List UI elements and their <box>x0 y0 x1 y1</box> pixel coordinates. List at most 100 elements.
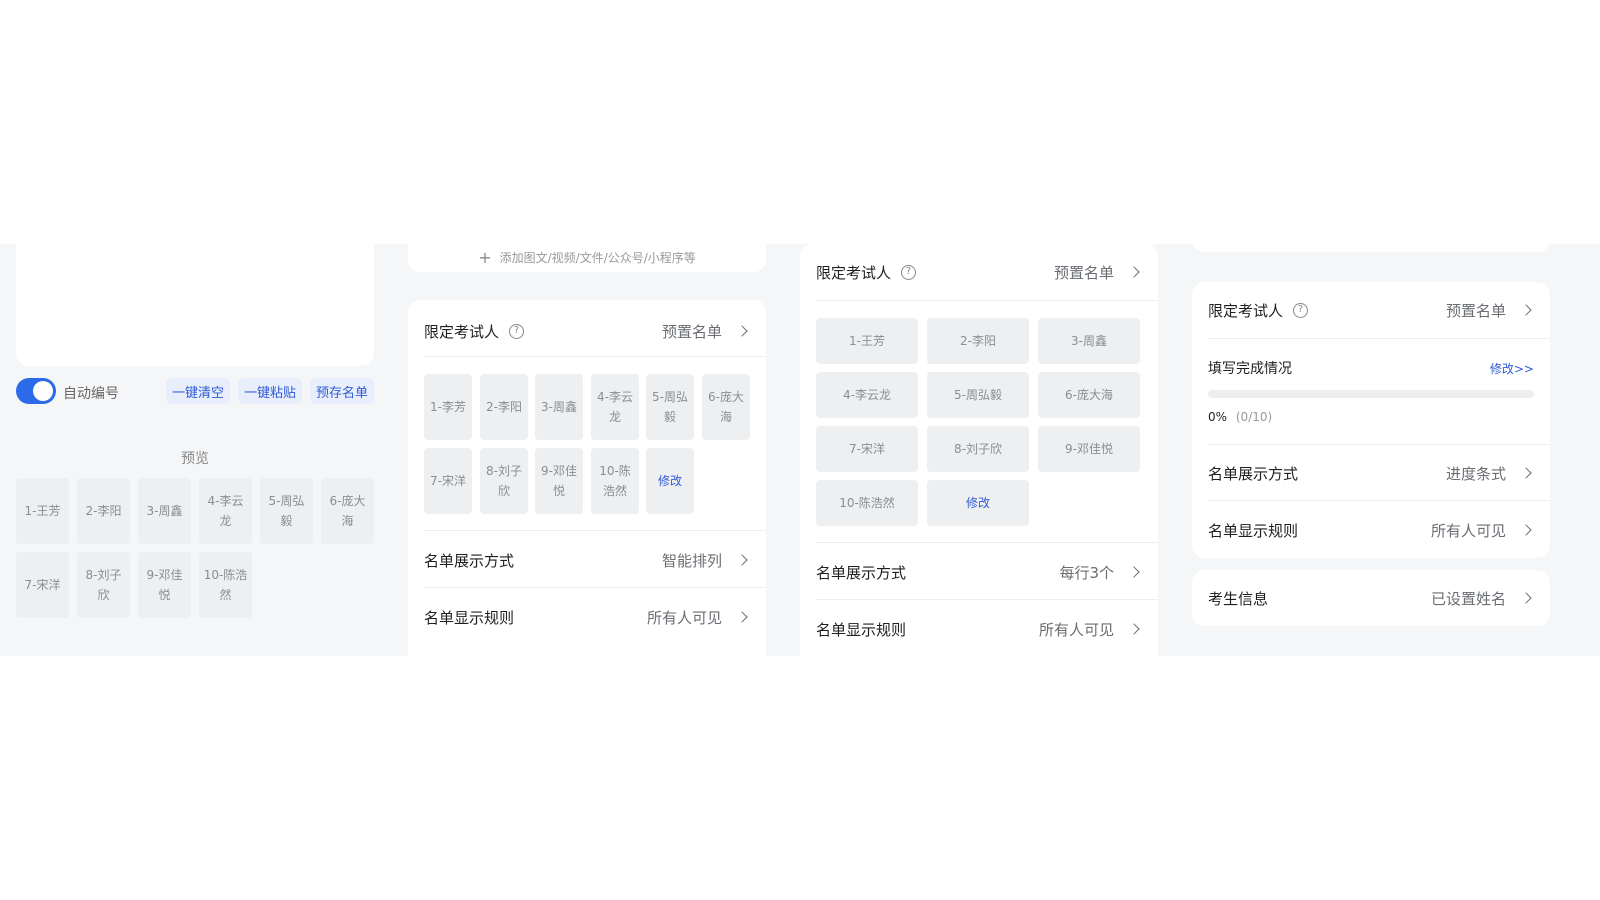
display-rule-row[interactable]: 名单显示规则 所有人可见 <box>816 614 1142 644</box>
name-chip: 3-周鑫 <box>1038 318 1140 364</box>
chevron-right-icon <box>736 325 748 337</box>
preset-list-button[interactable]: 预存名单 <box>310 378 374 404</box>
name-chip: 9-邓佳悦 <box>1038 426 1140 472</box>
progress-percent: 0% <box>1208 410 1228 424</box>
limit-examinee-value: 预置名单 <box>1445 301 1506 320</box>
display-mode-label: 名单展示方式 <box>424 551 515 570</box>
name-chip: 1-李芳 <box>424 374 472 440</box>
divider <box>1208 338 1550 339</box>
question-circle-icon[interactable]: ? <box>509 323 525 339</box>
name-chip: 6-庞大海 <box>702 374 750 440</box>
name-chip: 4-李云龙 <box>199 478 252 544</box>
name-chip: 10-陈浩然 <box>816 480 918 526</box>
exam-settings-card: 限定考试人? 预置名单 1-李芳 2-李阳 3-周鑫 4-李云龙 5-周弘毅 6… <box>408 300 766 656</box>
display-rule-row[interactable]: 名单显示规则 所有人可见 <box>424 602 750 632</box>
chevron-right-icon <box>1520 467 1532 479</box>
display-mode-row[interactable]: 名单展示方式 每行3个 <box>816 557 1142 587</box>
edit-names-button[interactable]: 修改 <box>646 448 694 514</box>
question-circle-icon[interactable]: ? <box>901 264 917 280</box>
chevron-right-icon <box>1520 304 1532 316</box>
divider <box>1208 444 1550 445</box>
display-rule-row[interactable]: 名单显示规则 所有人可见 <box>1208 515 1534 545</box>
chevron-right-icon <box>1520 524 1532 536</box>
divider <box>1208 500 1550 501</box>
name-chip: 8-刘子欣 <box>77 552 130 618</box>
question-circle-icon[interactable]: ? <box>1293 302 1309 318</box>
name-chip: 7-宋洋 <box>424 448 472 514</box>
name-chip: 2-李阳 <box>927 318 1029 364</box>
display-rule-value: 所有人可见 <box>646 608 722 627</box>
display-mode-row[interactable]: 名单展示方式 进度条式 <box>1208 458 1534 488</box>
name-chip: 10-陈浩然 <box>199 552 252 618</box>
display-mode-label: 名单展示方式 <box>816 563 907 582</box>
limit-examinee-row[interactable]: 限定考试人? 预置名单 <box>816 257 1142 287</box>
limit-examinee-label: 限定考试人 <box>424 322 500 341</box>
divider <box>816 300 1158 301</box>
name-chip: 9-邓佳悦 <box>138 552 191 618</box>
auto-number-label: 自动编号 <box>63 386 119 402</box>
preview-label: 预览 <box>181 451 209 467</box>
divider <box>424 356 766 357</box>
chevron-right-icon <box>736 554 748 566</box>
progress-count: (0/10) <box>1235 410 1273 424</box>
name-chip: 3-周鑫 <box>535 374 583 440</box>
name-chip: 7-宋洋 <box>816 426 918 472</box>
chevron-right-icon <box>1128 566 1140 578</box>
chevron-right-icon <box>1128 623 1140 635</box>
name-chip: 5-周弘毅 <box>260 478 313 544</box>
clear-all-button[interactable]: 一键清空 <box>166 378 230 404</box>
name-chip: 6-庞大海 <box>1038 372 1140 418</box>
name-chip: 7-宋洋 <box>16 552 69 618</box>
completion-edit-link[interactable]: 修改>> <box>1490 360 1534 377</box>
edit-names-button[interactable]: 修改 <box>927 480 1029 526</box>
screens-strip: 自动编号 一键清空 一键粘贴 预存名单 预览 1-王芳 2-李阳 3-周鑫 4-… <box>0 244 1600 656</box>
display-mode-label: 名单展示方式 <box>1208 464 1299 483</box>
display-rule-label: 名单显示规则 <box>1208 521 1299 540</box>
display-mode-row[interactable]: 名单展示方式 智能排列 <box>424 545 750 575</box>
auto-number-toggle[interactable] <box>16 378 56 404</box>
limit-examinee-value: 预置名单 <box>661 322 722 341</box>
display-mode-value: 进度条式 <box>1445 464 1506 483</box>
chevron-right-icon <box>736 611 748 623</box>
display-rule-value: 所有人可见 <box>1038 620 1114 639</box>
name-chip: 1-王芳 <box>16 478 69 544</box>
name-chip: 4-李云龙 <box>591 374 639 440</box>
completion-stats: 0% (0/10) <box>1208 410 1272 424</box>
name-chip: 3-周鑫 <box>138 478 191 544</box>
name-chip: 5-周弘毅 <box>927 372 1029 418</box>
name-chip: 2-李阳 <box>480 374 528 440</box>
name-chip: 4-李云龙 <box>816 372 918 418</box>
limit-examinee-row[interactable]: 限定考试人? 预置名单 <box>1208 295 1534 325</box>
limit-examinee-value: 预置名单 <box>1053 263 1114 282</box>
divider <box>816 542 1158 543</box>
display-rule-label: 名单显示规则 <box>424 608 515 627</box>
name-chip: 6-庞大海 <box>321 478 374 544</box>
name-chip: 9-邓佳悦 <box>535 448 583 514</box>
display-rule-label: 名单显示规则 <box>816 620 907 639</box>
name-chip: 8-刘子欣 <box>927 426 1029 472</box>
name-chip: 2-李阳 <box>77 478 130 544</box>
add-media-button[interactable]: + 添加图文/视频/文件/公众号/小程序等 <box>408 248 766 267</box>
add-media-hint: 添加图文/视频/文件/公众号/小程序等 <box>499 251 696 265</box>
examinee-info-value: 已设置姓名 <box>1430 589 1506 608</box>
attachment-card: + 添加图文/视频/文件/公众号/小程序等 <box>408 244 766 272</box>
list-input-card[interactable] <box>16 244 374 366</box>
divider <box>424 530 766 531</box>
name-chip: 8-刘子欣 <box>480 448 528 514</box>
display-mode-value: 每行3个 <box>1059 563 1114 582</box>
chevron-right-icon <box>1128 266 1140 278</box>
limit-examinee-row[interactable]: 限定考试人? 预置名单 <box>424 316 750 346</box>
top-card <box>1192 244 1550 252</box>
name-chip: 1-王芳 <box>816 318 918 364</box>
paste-all-button[interactable]: 一键粘贴 <box>238 378 302 404</box>
chevron-right-icon <box>1520 592 1532 604</box>
name-chip: 5-周弘毅 <box>646 374 694 440</box>
completion-label: 填写完成情况 <box>1208 361 1292 377</box>
exam-settings-card: 限定考试人? 预置名单 1-王芳 2-李阳 3-周鑫 4-李云龙 5-周弘毅 6… <box>800 244 1158 656</box>
plus-icon: + <box>478 248 492 267</box>
completion-progress-bar <box>1208 390 1534 398</box>
name-chip: 10-陈浩然 <box>591 448 639 514</box>
limit-examinee-label: 限定考试人 <box>1208 301 1284 320</box>
examinee-info-row[interactable]: 考生信息 已设置姓名 <box>1208 583 1534 613</box>
exam-settings-card: 限定考试人? 预置名单 填写完成情况 修改>> 0% (0/10) 名单展示方式… <box>1192 282 1550 558</box>
